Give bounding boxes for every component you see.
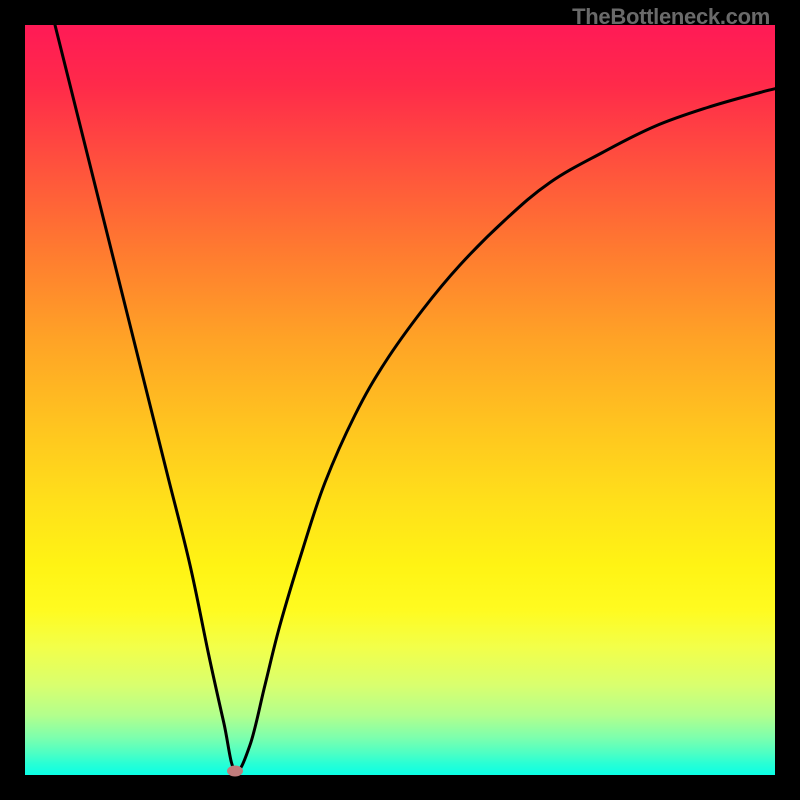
chart-frame: TheBottleneck.com	[0, 0, 800, 800]
minimum-marker	[227, 765, 243, 776]
plot-area	[25, 25, 775, 775]
attribution-text: TheBottleneck.com	[572, 4, 770, 30]
bottleneck-curve	[25, 25, 775, 775]
